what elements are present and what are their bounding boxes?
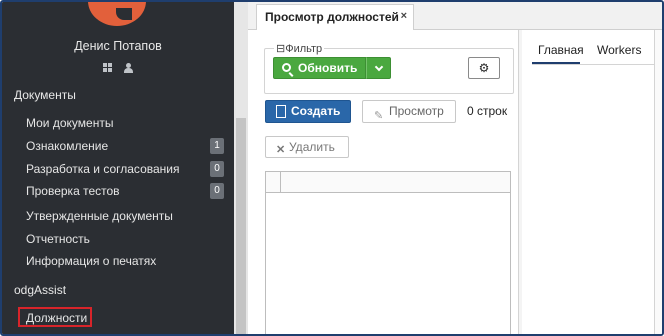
sidebar-item-stamps[interactable]: Информация о печатях <box>26 251 224 271</box>
count-badge: 1 <box>210 138 224 154</box>
refresh-label: Обновить <box>298 61 358 75</box>
sidebar-item-test-review[interactable]: Проверка тестов 0 <box>26 181 224 201</box>
close-icon[interactable]: × <box>401 10 407 22</box>
grid-header-cell[interactable] <box>266 172 281 193</box>
sidebar-item-label: Проверка тестов <box>26 184 120 198</box>
create-label: Создать <box>291 104 341 118</box>
sidebar-item-label: Информация о печатях <box>26 254 157 268</box>
data-grid[interactable] <box>265 171 511 334</box>
count-badge: 0 <box>210 183 224 199</box>
filter-label: Фильтр <box>285 43 323 55</box>
sidebar-item-label: Разработка и согласования <box>26 162 180 176</box>
count-badge: 0 <box>210 161 224 177</box>
scrollbar-thumb[interactable] <box>236 118 246 334</box>
active-tab-indicator <box>532 62 580 64</box>
chevron-down-icon <box>374 63 383 72</box>
close-icon: ✕ <box>276 144 286 156</box>
refresh-button[interactable]: Обновить <box>273 57 366 79</box>
sidebar-item-label: Ознакомление <box>26 139 109 153</box>
grid-icon[interactable] <box>102 62 113 73</box>
sidebar-item-reports[interactable]: Отчетность <box>26 229 224 249</box>
person-icon[interactable] <box>124 62 134 73</box>
grid-header <box>266 172 510 193</box>
view-button[interactable]: ✎ Просмотр <box>362 100 456 123</box>
details-pane: Главная Workers <box>522 30 662 334</box>
pencil-icon: ✎ <box>374 110 384 122</box>
sidebar-item-label: Мои документы <box>26 116 114 130</box>
sidebar-scrollbar[interactable] <box>234 2 248 334</box>
sidebar-item-my-documents[interactable]: Мои документы <box>26 113 224 133</box>
highlight-box <box>18 307 92 327</box>
document-icon <box>276 105 286 118</box>
settings-button[interactable]: ⚙ <box>468 57 500 79</box>
row-count: 0 строк <box>467 104 508 118</box>
sidebar-item-familiarization[interactable]: Ознакомление 1 <box>26 136 224 156</box>
sidebar-item-approved[interactable]: Утвержденные документы <box>26 206 224 226</box>
sidebar-item-label: Утвержденные документы <box>26 209 173 223</box>
filter-legend[interactable]: ⊟Фильтр <box>274 42 325 55</box>
tab-strip: Просмотр должностей × <box>248 2 662 30</box>
tab-main[interactable]: Главная <box>538 43 584 57</box>
app-window: Денис Потапов Документы Мои документы Оз… <box>0 0 664 336</box>
create-button[interactable]: Создать <box>265 100 351 123</box>
search-icon <box>282 63 291 72</box>
gear-icon: ⚙ <box>478 61 490 75</box>
refresh-dropdown-button[interactable] <box>366 57 391 79</box>
tab-positions-view[interactable]: Просмотр должностей × <box>256 4 414 30</box>
collapse-icon[interactable]: ⊟ <box>276 43 285 55</box>
sidebar-item-development[interactable]: Разработка и согласования 0 <box>26 159 224 179</box>
user-name[interactable]: Денис Потапов <box>2 39 234 53</box>
tab-label: Просмотр должностей <box>265 10 399 24</box>
section-title-documents[interactable]: Документы <box>14 88 76 102</box>
section-title-odgassist[interactable]: odgAssist <box>14 283 66 297</box>
sidebar-item-label: Отчетность <box>26 232 90 246</box>
details-scrollbar[interactable] <box>654 30 662 334</box>
sidebar: Денис Потапов Документы Мои документы Оз… <box>2 2 234 334</box>
delete-label: Удалить <box>289 140 335 154</box>
delete-button[interactable]: ✕ Удалить <box>265 136 349 158</box>
user-icons <box>2 60 234 74</box>
tab-workers[interactable]: Workers <box>597 43 641 57</box>
logo-notch <box>116 8 132 20</box>
view-label: Просмотр <box>389 104 444 118</box>
tabs-underline <box>532 64 658 65</box>
